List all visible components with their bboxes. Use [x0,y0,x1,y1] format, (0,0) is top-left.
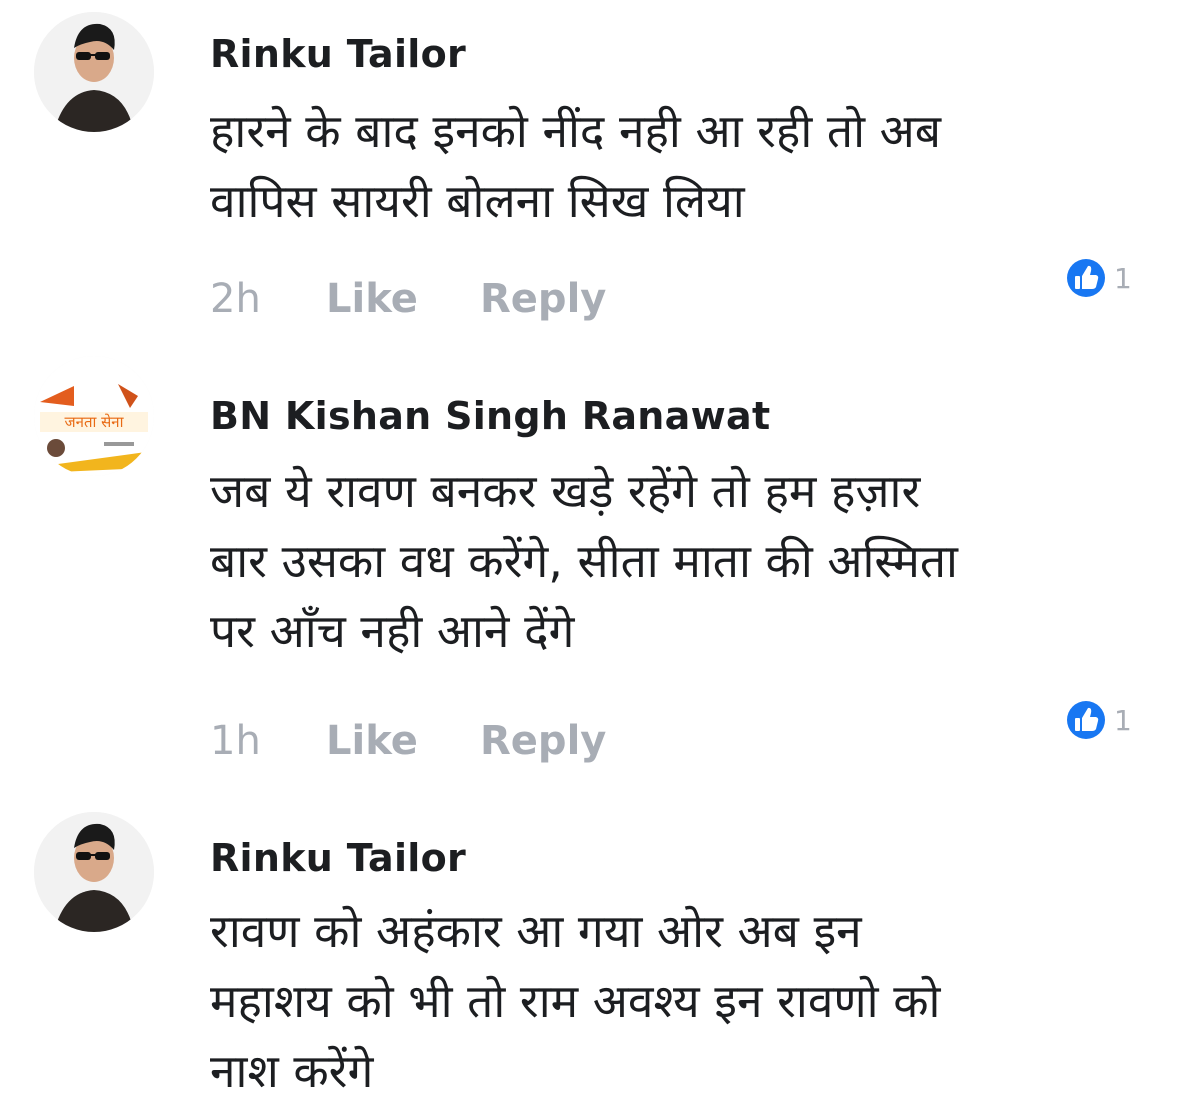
comment-item: Rinku Tailor हारने के बाद इनको नींद नही … [0,0,1194,340]
reaction-summary[interactable]: 1 [1062,696,1132,742]
reply-button[interactable]: Reply [480,718,606,764]
like-thumb-icon [1062,696,1110,744]
janta-sena-logo-avatar-image: जनता सेना [34,356,154,476]
avatar[interactable] [34,812,154,932]
like-thumb-icon [1062,254,1110,302]
avatar[interactable]: जनता सेना [34,356,154,476]
comment-author[interactable]: BN Kishan Singh Ranawat [210,394,770,438]
reply-button[interactable]: Reply [480,276,606,322]
comment-text: रावण को अहंकार आ गया ओर अब इन महाशय को भ… [210,896,1140,1106]
comment-text-line: जब ये रावण बनकर खड़े रहेंगे तो हम हज़ार [210,464,921,518]
comment-text-line: पर आँच नही आने देंगे [210,604,575,658]
reaction-summary[interactable]: 1 [1062,254,1132,300]
comment-text: हारने के बाद इनको नींद नही आ रही तो अब व… [210,96,1140,236]
man-sunglasses-avatar-image [34,12,154,132]
comment-text-line: रावण को अहंकार आ गया ओर अब इन [210,904,862,958]
comment-text: जब ये रावण बनकर खड़े रहेंगे तो हम हज़ार … [210,456,1140,666]
comment-actions: 2h Like Reply [210,276,606,322]
comment-item: Rinku Tailor रावण को अहंकार आ गया ओर अब … [0,790,1194,1118]
avatar-logo-text: जनता सेना [64,413,124,431]
reaction-count: 1 [1114,703,1132,737]
like-button[interactable]: Like [326,276,480,322]
reaction-count: 1 [1114,261,1132,295]
comment-actions: 1h Like Reply [210,718,606,764]
avatar[interactable] [34,12,154,132]
comment-author[interactable]: Rinku Tailor [210,836,466,880]
man-sunglasses-avatar-image [34,812,154,932]
like-button[interactable]: Like [326,718,480,764]
comment-item: जनता सेना BN Kishan Singh Ranawat जब ये … [0,340,1194,770]
comment-text-line: हारने के बाद इनको नींद नही आ रही तो अब [210,104,942,158]
comment-text-line: वापिस सायरी बोलना सिख लिया [210,174,745,228]
comment-author[interactable]: Rinku Tailor [210,32,466,76]
comment-text-line: महाशय को भी तो राम अवश्य इन रावणो को [210,974,941,1028]
comment-timestamp[interactable]: 1h [210,718,326,764]
comment-text-line: बार उसका वध करेंगे, सीता माता की अस्मिता [210,534,958,588]
comment-text-line: नाश करेंगे [210,1044,374,1098]
comment-timestamp[interactable]: 2h [210,276,326,322]
